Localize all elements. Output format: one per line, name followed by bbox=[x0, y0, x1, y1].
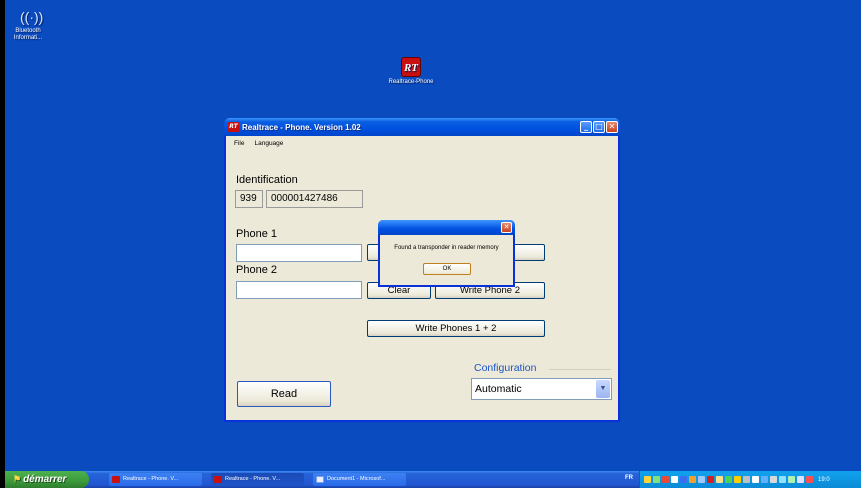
dialog-message: Found a transponder in reader memory bbox=[394, 245, 499, 251]
window-title: Realtrace - Phone. Version 1.02 bbox=[242, 122, 361, 132]
usb-icon[interactable] bbox=[779, 476, 786, 483]
identification-label: Identification bbox=[236, 174, 298, 186]
language-indicator[interactable]: FR bbox=[625, 475, 633, 481]
realtrace-tray-icon[interactable] bbox=[707, 476, 714, 483]
clock[interactable]: 19:0 bbox=[818, 477, 830, 483]
phone1-label: Phone 1 bbox=[236, 228, 277, 240]
phone1-input[interactable] bbox=[236, 244, 362, 262]
sync-icon[interactable] bbox=[788, 476, 795, 483]
taskbar-item-active[interactable]: Realtrace - Phone. V... bbox=[211, 473, 304, 486]
desktop-icon-label: Bluetooth Informati... bbox=[13, 28, 43, 41]
monitor-icon[interactable] bbox=[698, 476, 705, 483]
title-bar[interactable]: RT Realtrace - Phone. Version 1.02 _ □ ✕ bbox=[224, 118, 620, 136]
menu-language[interactable]: Language bbox=[254, 140, 283, 147]
antivirus-icon[interactable] bbox=[662, 476, 669, 483]
taskbar: ⚑ démarrer Realtrace - Phone. V... Realtr… bbox=[5, 471, 861, 488]
app-icon: RT bbox=[228, 122, 239, 132]
dialog-ok-button[interactable]: OK bbox=[423, 263, 471, 275]
identification-number: 000001427486 bbox=[266, 190, 363, 208]
printer-icon[interactable] bbox=[770, 476, 777, 483]
identification-code: 939 bbox=[235, 190, 263, 208]
volume-icon[interactable] bbox=[797, 476, 804, 483]
windows-flag-icon: ⚑ bbox=[13, 474, 22, 484]
desktop: ((·)) Bluetooth Informati... RT Realtrac… bbox=[5, 0, 861, 488]
info-icon[interactable] bbox=[671, 476, 678, 483]
realtrace-icon bbox=[112, 476, 120, 483]
close-button[interactable]: ✕ bbox=[606, 121, 618, 133]
desktop-icon-realtrace[interactable]: RT Realtrace-Phone bbox=[379, 57, 443, 86]
folder-icon[interactable] bbox=[716, 476, 723, 483]
configuration-label: Configuration bbox=[474, 362, 537, 374]
disk-icon[interactable] bbox=[743, 476, 750, 483]
taskbar-item-label: Realtrace - Phone. V... bbox=[225, 476, 281, 482]
message-dialog: ✕ Found a transponder in reader memory O… bbox=[378, 220, 515, 287]
menu-file[interactable]: File bbox=[234, 140, 244, 147]
bluetooth-icon: ((·)) bbox=[20, 9, 44, 25]
taskbar-item-label: Document1 - Microsof... bbox=[327, 476, 386, 482]
alert-icon[interactable] bbox=[806, 476, 813, 483]
system-tray: 19:0 bbox=[639, 471, 861, 488]
taskbar-item[interactable]: Document1 - Microsof... bbox=[313, 473, 406, 486]
maximize-button[interactable]: □ bbox=[593, 121, 605, 133]
dialog-title-bar[interactable]: ✕ bbox=[378, 220, 515, 235]
realtrace-icon: RT bbox=[401, 57, 421, 77]
taskbar-item-label: Realtrace - Phone. V... bbox=[123, 476, 179, 482]
write-phones-both-button[interactable]: Write Phones 1 + 2 bbox=[367, 320, 545, 337]
phone2-input[interactable] bbox=[236, 281, 362, 299]
realtrace-icon bbox=[214, 476, 222, 483]
phone2-label: Phone 2 bbox=[236, 264, 277, 276]
network-icon[interactable] bbox=[653, 476, 660, 483]
configuration-divider bbox=[549, 369, 611, 370]
start-button[interactable]: ⚑ démarrer bbox=[5, 471, 89, 488]
word-icon bbox=[316, 476, 324, 483]
desktop-icon-bluetooth[interactable]: ((·)) Bluetooth Informati... bbox=[11, 8, 45, 42]
taskbar-item[interactable]: Realtrace - Phone. V... bbox=[109, 473, 202, 486]
r-icon[interactable] bbox=[752, 476, 759, 483]
start-label: démarrer bbox=[23, 474, 67, 485]
shield-icon[interactable] bbox=[644, 476, 651, 483]
configuration-value: Automatic bbox=[475, 383, 522, 395]
menu-bar: File Language bbox=[226, 136, 618, 150]
globe-icon[interactable] bbox=[761, 476, 768, 483]
update-icon[interactable] bbox=[734, 476, 741, 483]
chart-icon[interactable] bbox=[689, 476, 696, 483]
configuration-select[interactable]: Automatic ▼ bbox=[471, 378, 612, 400]
bluetooth-icon[interactable] bbox=[680, 476, 687, 483]
chevron-down-icon[interactable]: ▼ bbox=[596, 380, 610, 398]
chat-icon[interactable] bbox=[725, 476, 732, 483]
read-button[interactable]: Read bbox=[237, 381, 331, 407]
desktop-icon-label: Realtrace-Phone bbox=[388, 79, 434, 85]
dialog-close-button[interactable]: ✕ bbox=[501, 222, 512, 233]
minimize-button[interactable]: _ bbox=[580, 121, 592, 133]
